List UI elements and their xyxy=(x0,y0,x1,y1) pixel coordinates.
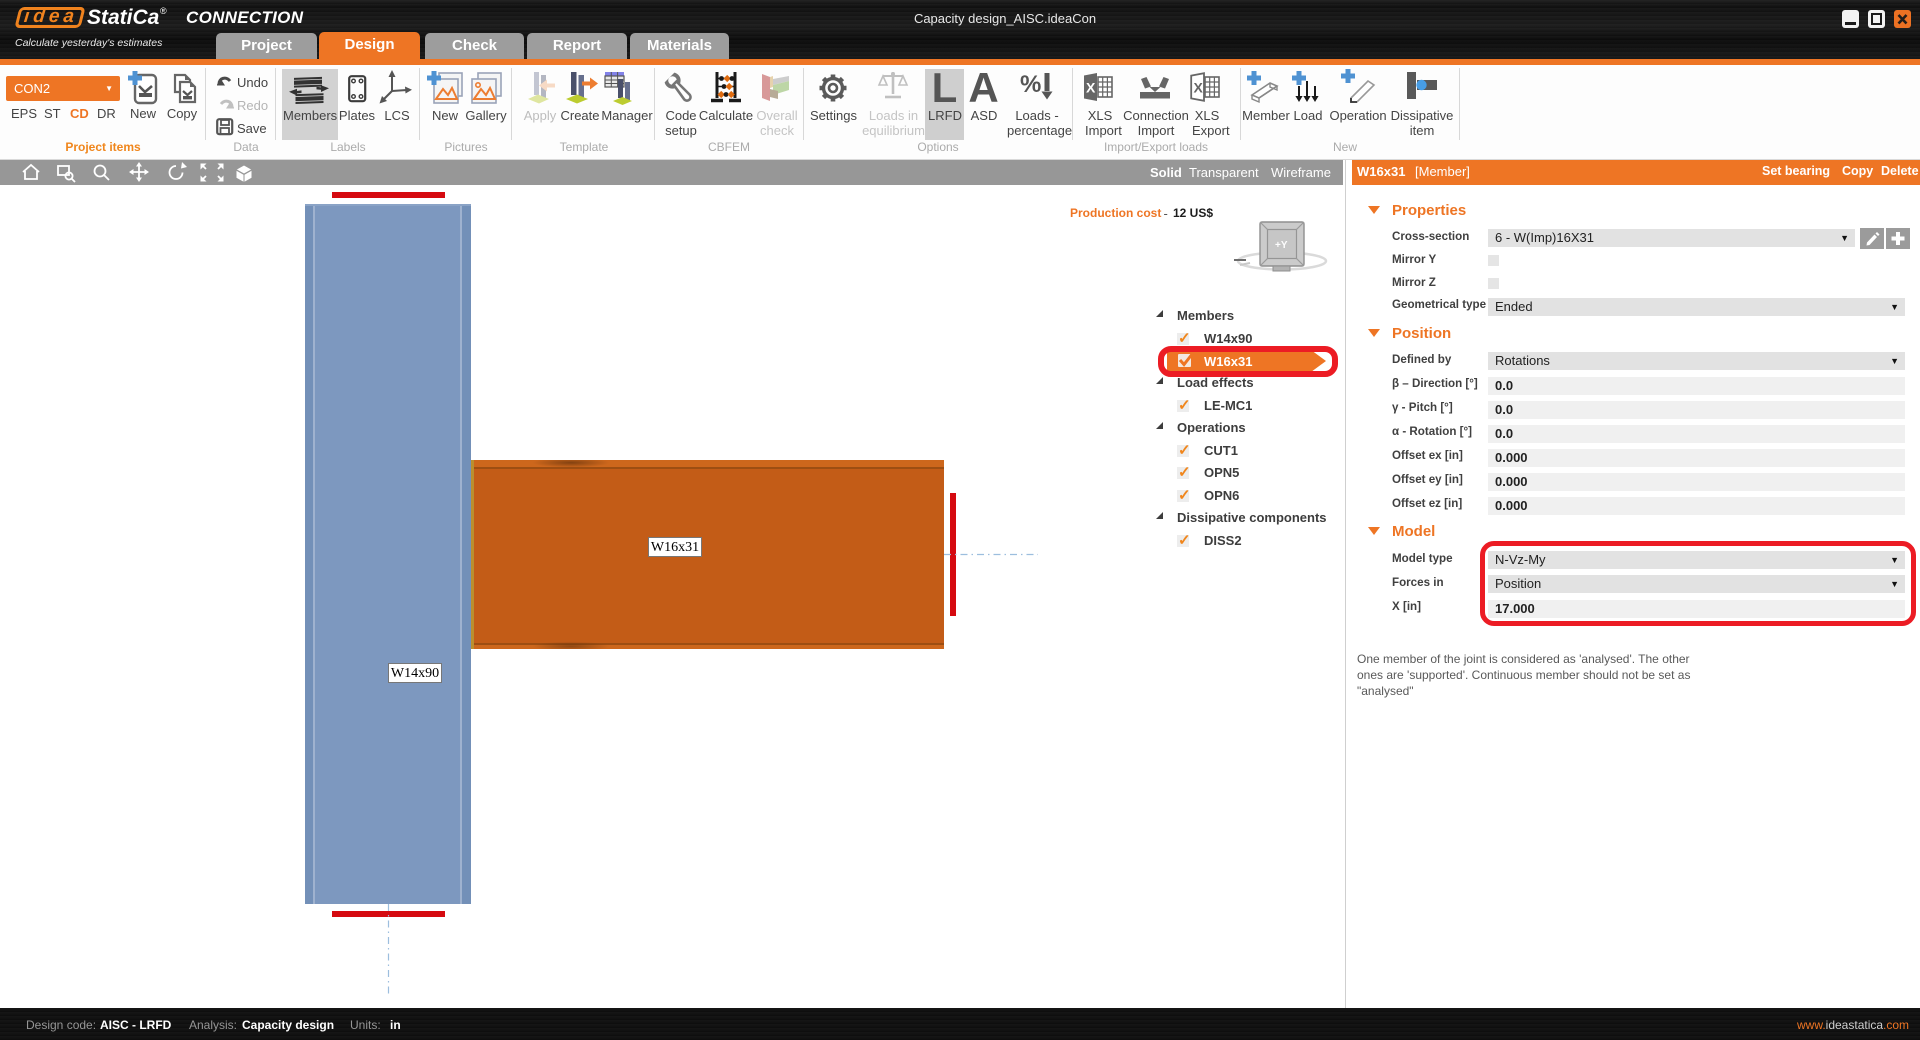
svg-text:X: X xyxy=(1086,80,1096,96)
svg-text:+Y: +Y xyxy=(1275,240,1288,251)
svg-text:%: % xyxy=(1020,71,1041,98)
svg-text:X: X xyxy=(1194,80,1204,96)
